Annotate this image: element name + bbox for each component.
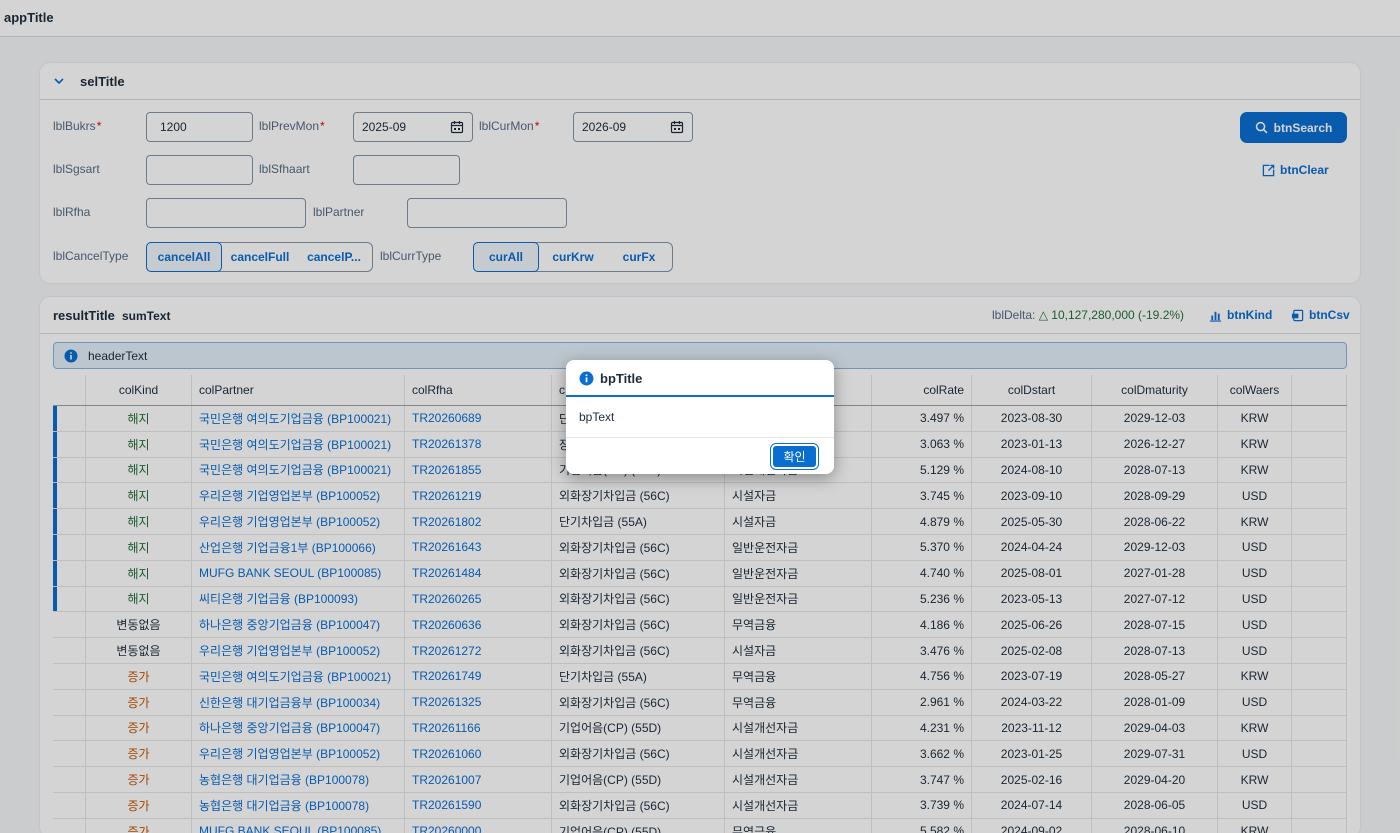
message-dialog: bpTitle bpText 확인 [566,360,834,474]
dialog-ok-button[interactable]: 확인 [770,443,819,470]
dialog-footer: 확인 [566,437,834,474]
dialog-title: bpTitle [600,371,643,386]
info-icon [579,371,594,386]
dialog-header: bpTitle [566,360,834,397]
dialog-text: bpText [579,410,615,424]
